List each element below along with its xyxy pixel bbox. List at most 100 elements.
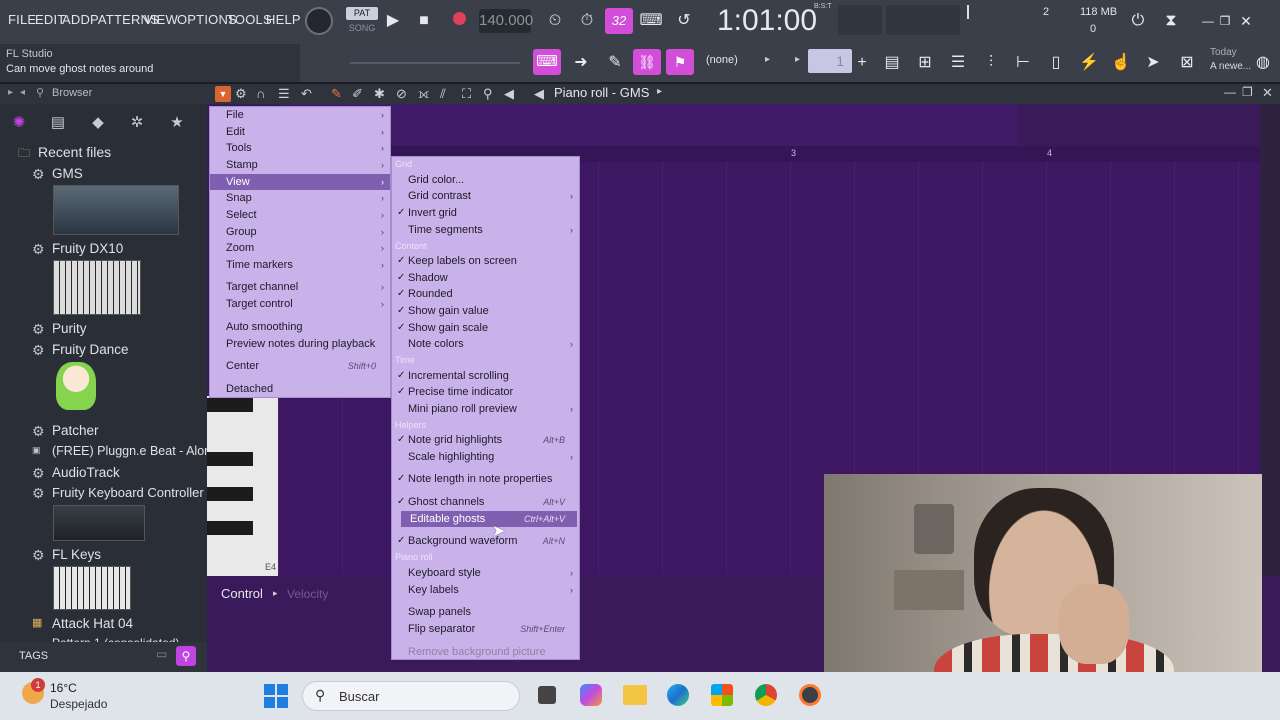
cart-icon[interactable]: ⊠ — [1174, 50, 1200, 76]
zoom-tool-icon[interactable]: ⚲ — [483, 86, 493, 102]
black-key[interactable] — [207, 521, 253, 535]
touch-icon[interactable]: ☝ — [1108, 50, 1134, 76]
menu-item-note-length[interactable]: ✓ Note length in note properties — [392, 471, 579, 487]
globe-icon[interactable]: ◍ — [1250, 50, 1276, 76]
menu-help[interactable]: HELP — [266, 12, 301, 27]
menu-item-mini-piano-roll-preview[interactable]: Mini piano roll preview › — [392, 401, 579, 417]
menu-item-group[interactable]: Group › — [210, 224, 390, 240]
menu-item-shadow[interactable]: ✓ Shadow — [392, 270, 579, 286]
paint-tool-icon[interactable]: ✱ — [374, 86, 385, 102]
weather-temp[interactable]: 16°C — [50, 681, 77, 695]
menu-item-scale-highlighting[interactable]: Scale highlighting › — [392, 449, 579, 465]
menu-item-grid-color[interactable]: Grid color... — [392, 172, 579, 188]
chrome-icon[interactable] — [755, 684, 777, 706]
weather-desc[interactable]: Despejado — [50, 697, 107, 711]
file-explorer-icon[interactable] — [623, 685, 647, 705]
control-label[interactable]: Control — [221, 586, 263, 601]
plugin-icon[interactable]: ⚡ — [1076, 50, 1102, 76]
slice-tool-icon[interactable]: ⫽ — [440, 86, 446, 102]
stop-icon[interactable]: ■ — [411, 8, 437, 34]
menu-item-detached[interactable]: Detached — [210, 381, 390, 397]
browser-tab-favorites-icon[interactable]: ★ — [165, 112, 189, 134]
menu-edit[interactable]: EDIT — [35, 12, 65, 27]
menu-item-time-markers[interactable]: Time markers › — [210, 257, 390, 273]
control-arrow-icon[interactable]: ▸ — [273, 588, 278, 599]
mixer-icon[interactable]: ☰ — [945, 50, 971, 76]
file-icon[interactable]: ▯ — [1043, 50, 1069, 76]
snap-icon[interactable]: ∩ — [256, 86, 265, 101]
browser-item-keyboard-controller[interactable]: Fruity Keyboard Controller — [52, 485, 204, 500]
menu-item-auto-smoothing[interactable]: Auto smoothing — [210, 319, 390, 335]
menu-item-snap[interactable]: Snap › — [210, 190, 390, 206]
menu-item-flip-separator[interactable]: Flip separator Shift+Enter — [392, 621, 579, 637]
menu-item-keep-labels[interactable]: ✓ Keep labels on screen — [392, 253, 579, 269]
title-chevron-icon[interactable]: ▸ — [657, 86, 662, 97]
menu-add[interactable]: ADD — [62, 12, 90, 27]
menu-item-editable-ghosts[interactable]: Editable ghosts Ctrl+Alt+V — [401, 511, 577, 527]
time-display[interactable]: 1:01:00 — [705, 4, 829, 38]
menu-item-file[interactable]: File › — [210, 107, 390, 123]
browser-tab-plugins-icon[interactable]: ◆ — [86, 112, 110, 134]
piano-roll-menu-icon[interactable]: ▼ — [215, 86, 231, 102]
browser-arrow-icon[interactable]: ▸ — [8, 87, 13, 98]
select-tool-icon[interactable]: ⛶ — [462, 86, 471, 102]
menu-item-precise-time-indicator[interactable]: ✓ Precise time indicator — [392, 384, 579, 400]
copilot-icon[interactable] — [580, 684, 602, 706]
channel-select[interactable]: (none) — [706, 54, 738, 66]
play-icon[interactable]: ▶ — [380, 8, 406, 34]
black-key[interactable] — [207, 452, 253, 466]
search-icon[interactable]: ⚲ — [176, 646, 196, 666]
pencil-tool-icon[interactable]: ✎ — [331, 86, 342, 102]
taskbar-search-box[interactable]: ⚲ Buscar — [302, 681, 520, 711]
playback-tool-icon[interactable]: ◀ — [504, 86, 514, 102]
master-pitch-slider[interactable] — [350, 62, 520, 64]
menu-item-incremental-scrolling[interactable]: ✓ Incremental scrolling — [392, 368, 579, 384]
browser-tab-files-icon[interactable]: ▤ — [46, 112, 70, 134]
tag-folder-icon[interactable]: ▭ — [156, 647, 167, 661]
playlist-icon[interactable]: ▤ — [879, 50, 905, 76]
start-icon[interactable] — [264, 684, 288, 708]
browser-tab-db-icon[interactable]: ✲ — [125, 112, 149, 134]
menu-item-tools[interactable]: Tools › — [210, 140, 390, 156]
pattern-select[interactable]: 1 — [808, 49, 852, 73]
master-volume-knob[interactable] — [305, 7, 333, 35]
store-icon[interactable] — [711, 684, 733, 706]
piano-keyboard[interactable] — [207, 396, 278, 576]
tempo-display[interactable]: 140.000 — [479, 9, 533, 33]
menu-item-ghost-channels[interactable]: ✓ Ghost channels Alt+V — [392, 494, 579, 510]
delete-tool-icon[interactable]: ⊘ — [396, 86, 407, 102]
fl-studio-taskbar-icon[interactable] — [799, 684, 821, 706]
magnet-tool-icon[interactable]: ⚙ — [235, 86, 247, 102]
menu-item-time-segments[interactable]: Time segments › — [392, 222, 579, 238]
menu-file[interactable]: FILE — [8, 12, 36, 27]
menu-item-keyboard-style[interactable]: Keyboard style › — [392, 565, 579, 581]
menu-item-grid-contrast[interactable]: Grid contrast › — [392, 188, 579, 204]
menu-item-background-waveform[interactable]: ✓ Background waveform Alt+N — [392, 533, 579, 549]
menu-item-note-colors[interactable]: Note colors › — [392, 336, 579, 352]
task-view-icon[interactable] — [538, 686, 556, 704]
menu-item-key-labels[interactable]: Key labels › — [392, 582, 579, 598]
link-icon[interactable]: ⛓ — [633, 49, 661, 75]
pat-song-toggle[interactable]: PAT SONG — [344, 5, 380, 37]
browser-item-beat[interactable]: (FREE) Pluggn.e Beat - Alone — [52, 444, 218, 458]
mute-tool-icon[interactable]: ⟗ — [418, 86, 429, 102]
undo-icon[interactable]: ↶ — [301, 86, 312, 102]
loop-record-icon[interactable]: ↺ — [671, 8, 697, 34]
menu-item-show-gain-value[interactable]: ✓ Show gain value — [392, 303, 579, 319]
browser-item-fruity-dx10[interactable]: Fruity DX10 — [52, 241, 123, 256]
typing-keyboard-icon[interactable]: ⌨ — [638, 8, 664, 34]
menu-item-target-control[interactable]: Target control › — [210, 296, 390, 312]
hourglass-icon[interactable]: ⧗ — [1158, 8, 1184, 34]
pattern-prev-icon[interactable]: ▸ — [795, 54, 800, 65]
tools-icon[interactable]: ☰ — [278, 86, 290, 102]
menu-item-note-grid-highlights[interactable]: ✓ Note grid highlights Alt+B — [392, 432, 579, 448]
pr-close-icon[interactable]: ✕ — [1262, 85, 1273, 101]
browser-back-icon[interactable]: ◂ — [20, 87, 25, 98]
browser-item-gms[interactable]: GMS — [52, 166, 83, 181]
pr-maximize-icon[interactable]: ❐ — [1242, 85, 1253, 99]
piano-roll-icon[interactable]: ⌨ — [533, 49, 561, 75]
black-key[interactable] — [207, 487, 253, 501]
pr-minimize-icon[interactable]: — — [1224, 85, 1236, 99]
browser-item-patcher[interactable]: Patcher — [52, 423, 99, 438]
close-icon[interactable]: ✕ — [1233, 8, 1259, 34]
